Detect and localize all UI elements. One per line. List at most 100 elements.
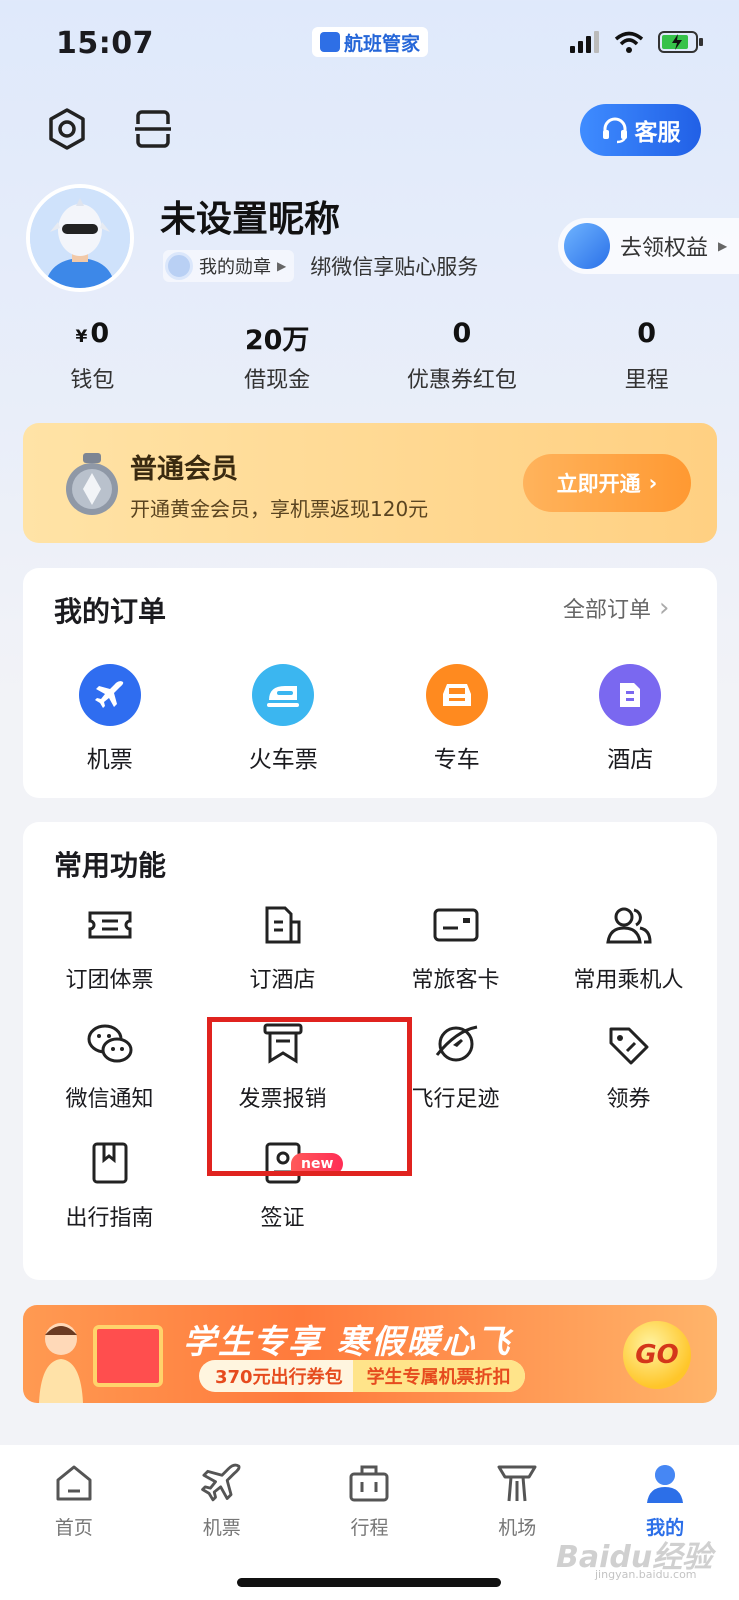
settings-button[interactable] (42, 104, 92, 154)
plane-icon (78, 664, 141, 726)
highlight-box (207, 1017, 412, 1176)
account-stats: ¥0 钱包 20万 借现金 0 优惠券红包 0 里程 (0, 318, 739, 394)
stat-label: 钱包 (70, 368, 115, 393)
feature-label: 订酒店 (249, 968, 316, 993)
banner-tag-discount: 学生专属机票折扣 (352, 1360, 525, 1392)
chevron-right-icon: › (648, 471, 658, 495)
order-car[interactable]: 专车 (370, 664, 544, 774)
bind-wechat-link[interactable]: 绑微信享贴心服务 (310, 251, 478, 281)
feature-label: 订团体票 (65, 968, 154, 993)
stat-label: 借现金 (244, 368, 311, 393)
frequent-flyer-card-icon (429, 898, 483, 952)
plane-tab-icon (198, 1459, 246, 1507)
student-character-icon (39, 1323, 83, 1403)
tab-list: 首页 机票 行程 机场 我的 (0, 1459, 739, 1540)
itinerary-icon (345, 1459, 393, 1507)
feature-label: 出行指南 (65, 1206, 154, 1231)
membership-card[interactable]: 普通会员 开通黄金会员，享机票返现120元 立即开通 › (23, 423, 717, 543)
all-orders-label: 全部订单 (563, 598, 652, 623)
stat-coupons[interactable]: 0 优惠券红包 (370, 318, 555, 394)
train-icon (252, 664, 315, 726)
medal-icon (165, 252, 193, 280)
avatar[interactable] (26, 184, 134, 292)
banner-tag-coupon: 370元出行券包 (215, 1367, 343, 1388)
medal-row: 我的勋章 ▶ 绑微信享贴心服务 (163, 250, 478, 282)
caret-right-icon: ▶ (718, 239, 728, 253)
customer-service-button[interactable]: 客服 (580, 104, 701, 156)
banner-tags: 370元出行券包 学生专属机票折扣 (199, 1360, 525, 1392)
nickname[interactable]: 未设置昵称 (160, 190, 340, 242)
headset-icon (602, 117, 627, 144)
all-orders-link[interactable]: 全部订单 › (563, 592, 669, 624)
signal-icon (570, 31, 599, 53)
orders-title: 我的订单 (54, 595, 167, 628)
battery-icon (658, 31, 703, 53)
caret-right-icon: ▶ (277, 259, 287, 273)
stat-label: 优惠券红包 (406, 368, 517, 393)
status-icons (570, 30, 704, 54)
feature-travel-guide[interactable]: 出行指南 (23, 1136, 196, 1232)
my-orders-card: 我的订单 全部订单 › 机票 火车票 专车 酒店 (23, 568, 717, 798)
open-membership-label: 立即开通 (556, 472, 641, 496)
feature-passengers[interactable]: 常用乘机人 (542, 898, 715, 994)
tab-label: 机票 (202, 1517, 241, 1539)
stat-wallet[interactable]: ¥0 钱包 (0, 318, 185, 394)
member-title: 普通会员 (130, 454, 238, 485)
feature-coupon[interactable]: 领券 (542, 1017, 715, 1113)
airport-icon (493, 1459, 541, 1507)
tab-label: 首页 (54, 1517, 93, 1539)
open-membership-button[interactable]: 立即开通 › (523, 454, 691, 512)
app-logo-icon (320, 32, 340, 52)
tab-airport[interactable]: 机场 (443, 1459, 591, 1540)
flight-footprint-icon (429, 1017, 483, 1071)
my-medal-button[interactable]: 我的勋章 ▶ (163, 250, 295, 282)
claim-benefits-button[interactable]: 去领权益 ▶ (558, 218, 739, 274)
feature-book-hotel[interactable]: 订酒店 (196, 898, 369, 994)
feature-label: 签证 (260, 1206, 305, 1231)
coupon-icon (602, 1017, 656, 1071)
order-hotel[interactable]: 酒店 (544, 664, 718, 774)
medal-label: 我的勋章 (199, 257, 271, 278)
tab-home[interactable]: 首页 (0, 1459, 148, 1540)
stat-value: 0 (637, 318, 657, 349)
tab-itinerary[interactable]: 行程 (296, 1459, 444, 1540)
avatar-character-icon (30, 188, 130, 288)
banner-go-button[interactable]: GO (623, 1321, 691, 1389)
watermark-url: jingyan.baidu.com (595, 1568, 697, 1581)
feature-wechat-notify[interactable]: 微信通知 (23, 1017, 196, 1113)
order-label: 机票 (86, 747, 133, 773)
scan-icon (135, 110, 171, 148)
group-ticket-icon (83, 898, 137, 952)
stat-mileage[interactable]: 0 里程 (554, 318, 739, 394)
member-subtitle: 开通黄金会员，享机票返现120元 (130, 497, 429, 521)
order-train[interactable]: 火车票 (197, 664, 371, 774)
order-shortcuts: 机票 火车票 专车 酒店 (23, 664, 717, 774)
feature-frequent-flyer-card[interactable]: 常旅客卡 (369, 898, 542, 994)
order-flight[interactable]: 机票 (23, 664, 197, 774)
order-label: 酒店 (607, 747, 654, 773)
stat-value: 0 (452, 318, 472, 349)
tab-flights[interactable]: 机票 (148, 1459, 296, 1540)
feature-label: 常旅客卡 (411, 968, 500, 993)
home-icon (50, 1459, 98, 1507)
stat-cash-loan[interactable]: 20万 借现金 (185, 318, 370, 394)
hotel-icon (599, 664, 662, 726)
feature-label: 常用乘机人 (573, 968, 684, 993)
status-time: 15:07 (56, 26, 154, 61)
student-promo-banner[interactable]: 学生专享 寒假暖心飞 370元出行券包 学生专属机票折扣 GO (23, 1305, 717, 1403)
car-icon (425, 664, 488, 726)
feature-label: 领券 (606, 1087, 651, 1112)
travel-guide-icon (83, 1136, 137, 1190)
chevron-right-icon: › (659, 593, 670, 623)
tab-profile[interactable]: 我的 (591, 1459, 739, 1540)
feature-group-ticket[interactable]: 订团体票 (23, 898, 196, 994)
feature-label: 飞行足迹 (411, 1087, 500, 1112)
hotel-booking-icon (256, 898, 310, 952)
tab-label: 行程 (350, 1517, 389, 1539)
feature-label: 微信通知 (65, 1087, 154, 1112)
settings-gear-icon (49, 108, 85, 150)
profile-icon (641, 1459, 689, 1507)
stat-label: 里程 (624, 368, 669, 393)
home-indicator (237, 1578, 501, 1587)
scan-button[interactable] (128, 104, 178, 154)
